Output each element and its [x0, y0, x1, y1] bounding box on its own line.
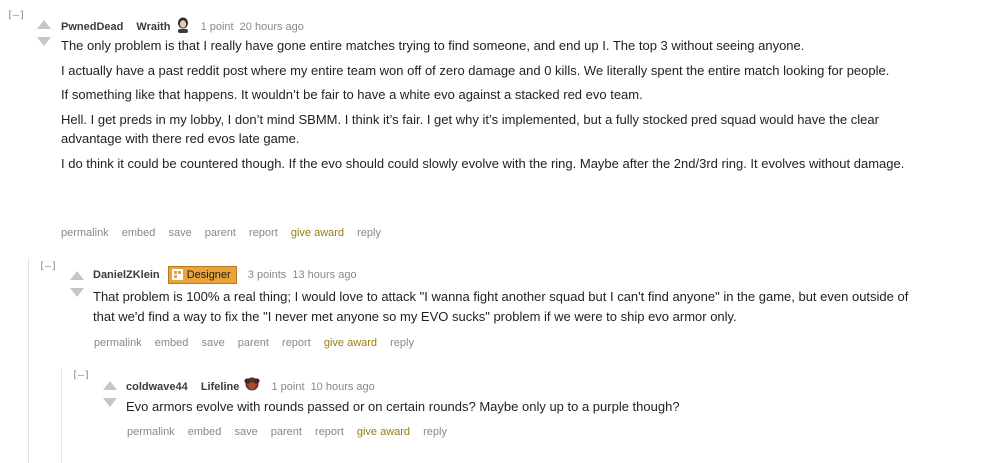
comment-coldwave44: [–] coldwave44 Lifeline 1 point 10 hours…	[0, 0, 981, 463]
comment-body: Evo armors evolve with rounds passed or …	[126, 397, 926, 422]
reply-button[interactable]: reply	[423, 426, 447, 438]
comment-score: 1 point	[271, 381, 305, 393]
collapse-toggle[interactable]: [–]	[72, 370, 90, 381]
comment-tagline: coldwave44 Lifeline 1 point 10 hours ago	[126, 377, 375, 397]
save-button[interactable]: save	[234, 426, 257, 438]
author-link[interactable]: coldwave44	[126, 381, 188, 393]
upvote-arrow-icon[interactable]	[103, 381, 117, 390]
embed-button[interactable]: embed	[188, 426, 222, 438]
give-award-button[interactable]: give award	[357, 426, 410, 438]
comment-actions: permalink embed save parent report give …	[127, 426, 457, 438]
user-flair: Lifeline	[200, 381, 240, 393]
comment-paragraph: Evo armors evolve with rounds passed or …	[126, 399, 680, 414]
parent-button[interactable]: parent	[271, 426, 302, 438]
permalink-button[interactable]: permalink	[127, 426, 175, 438]
lifeline-avatar-icon	[244, 377, 260, 397]
report-button[interactable]: report	[315, 426, 344, 438]
vote-arrows	[102, 381, 118, 407]
downvote-arrow-icon[interactable]	[103, 398, 117, 407]
comment-time: 10 hours ago	[310, 381, 375, 393]
